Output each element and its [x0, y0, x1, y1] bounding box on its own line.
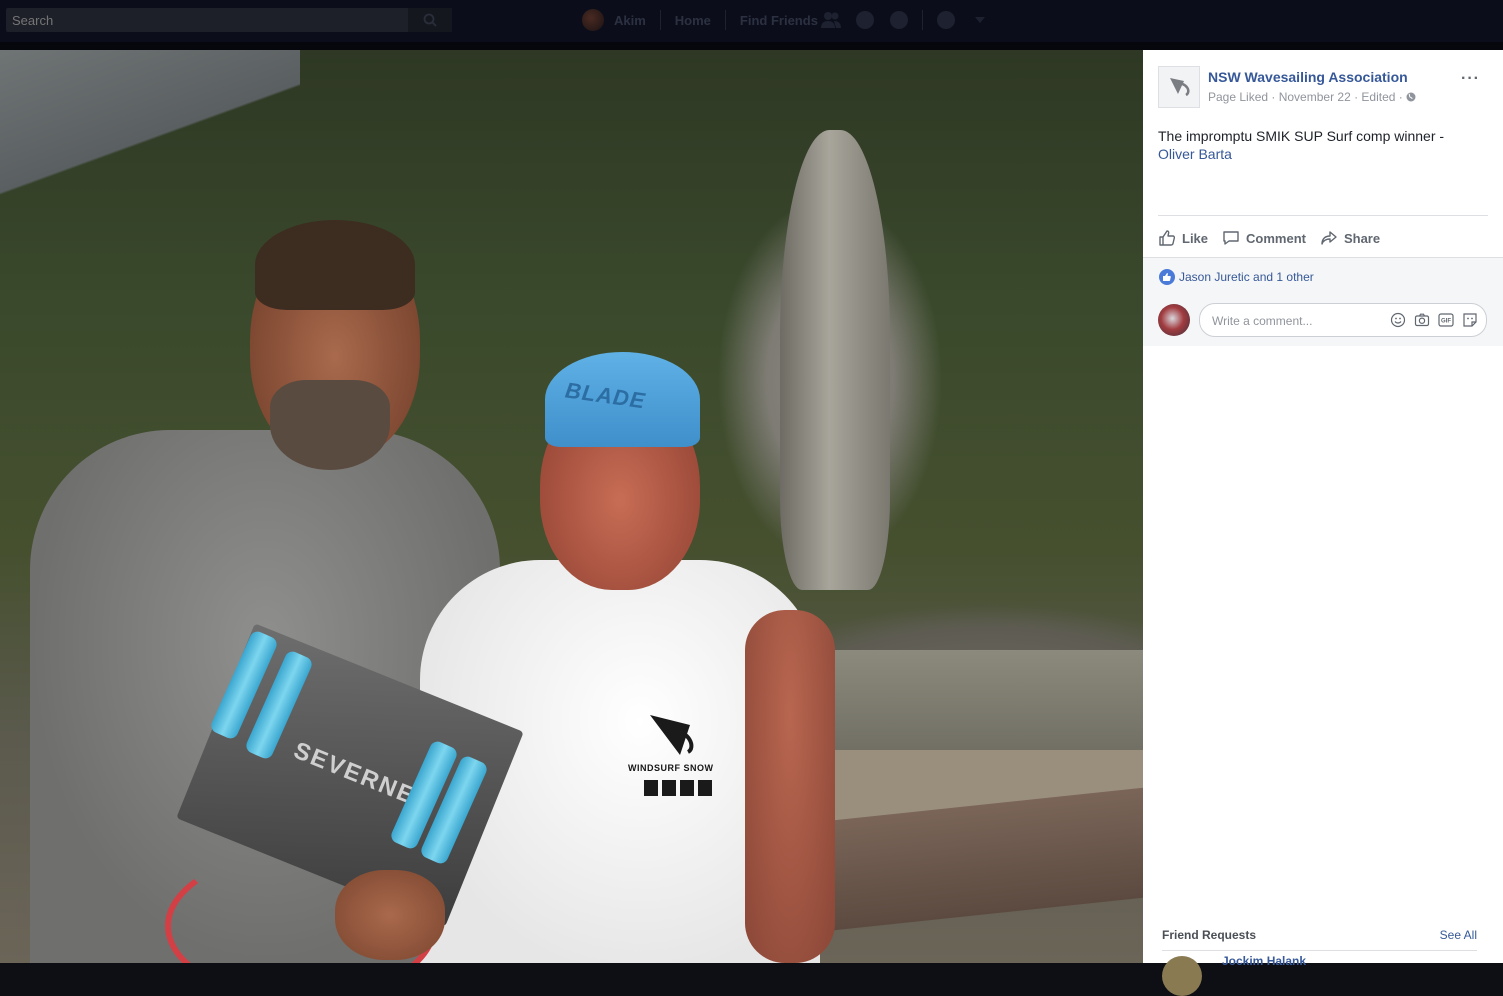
page-logo-icon: [1170, 78, 1190, 97]
friend-request-avatar[interactable]: [1162, 956, 1202, 996]
sticker-icon[interactable]: [1462, 312, 1478, 328]
tree-trunk: [780, 130, 890, 590]
hand: [335, 870, 445, 960]
search-button[interactable]: [408, 8, 452, 32]
post-photo[interactable]: BLADE WINDSURF SNOW SEVERNE: [0, 50, 1143, 963]
like-reaction-icon: [1159, 269, 1175, 285]
top-bar: Akim Home Find Friends: [0, 0, 1503, 50]
stone-wall: [800, 650, 1143, 760]
share-icon: [1321, 231, 1337, 245]
likes-text: Jason Juretic and 1 other: [1179, 270, 1314, 284]
profile-avatar[interactable]: [582, 9, 604, 31]
help-icon[interactable]: [935, 9, 957, 31]
divider: [922, 10, 923, 30]
see-all-link[interactable]: See All: [1440, 928, 1477, 942]
tshirt-logo-icon: [644, 715, 712, 796]
comment-button[interactable]: Comment: [1222, 229, 1306, 247]
mention-link[interactable]: Oliver Barta: [1158, 145, 1478, 163]
globe-icon: [1406, 92, 1416, 102]
share-button[interactable]: Share: [1320, 229, 1380, 247]
friend-request-name[interactable]: Jockim Halank: [1222, 954, 1306, 968]
search-bar: [6, 8, 452, 32]
likes-summary[interactable]: Jason Juretic and 1 other: [1159, 269, 1314, 285]
post-header: NSW Wavesailing Association Page Liked ·…: [1158, 66, 1488, 111]
reactions-section: Jason Juretic and 1 other GIF: [1143, 257, 1503, 346]
page-name-link[interactable]: NSW Wavesailing Association: [1208, 69, 1408, 85]
search-icon: [423, 13, 437, 27]
comment-input[interactable]: [1210, 304, 1384, 338]
search-input[interactable]: [6, 8, 412, 32]
emoji-icon[interactable]: [1390, 312, 1406, 328]
comment-box: GIF: [1199, 303, 1487, 338]
like-label: Like: [1182, 230, 1209, 246]
person-right-arm: [745, 610, 835, 963]
friend-requests-icon[interactable]: [820, 9, 842, 31]
person-left-beard: [270, 380, 390, 470]
divider: [724, 10, 726, 30]
shelter-roof: [0, 50, 300, 200]
home-link[interactable]: Home: [675, 13, 711, 28]
divider: [1162, 950, 1477, 951]
post-message: The impromptu SMIK SUP Surf comp winner …: [1158, 127, 1478, 163]
camera-icon[interactable]: [1414, 312, 1430, 328]
friend-requests-header: Friend Requests See All: [1162, 928, 1477, 942]
comment-tools: GIF: [1382, 312, 1478, 328]
svg-text:GIF: GIF: [1441, 319, 1451, 325]
post-text: The impromptu SMIK SUP Surf comp winner …: [1158, 128, 1445, 144]
comment-label: Comment: [1246, 230, 1306, 246]
thumbs-up-icon: [1159, 230, 1176, 246]
like-button[interactable]: Like: [1158, 229, 1208, 247]
divider: [659, 10, 661, 30]
friend-requests-title: Friend Requests: [1162, 928, 1257, 942]
post-actions: Like Comment Share: [1158, 228, 1488, 248]
top-nav: Akim Home Find Friends: [582, 8, 818, 32]
post-side-panel: NSW Wavesailing Association Page Liked ·…: [1143, 50, 1503, 996]
find-friends-link[interactable]: Find Friends: [740, 13, 818, 28]
post-meta-text: Page Liked · November 22 · Edited ·: [1208, 90, 1403, 104]
comment-icon: [1223, 231, 1239, 245]
user-avatar[interactable]: [1158, 304, 1190, 336]
post-meta: Page Liked · November 22 · Edited ·: [1208, 90, 1416, 104]
tshirt-text: WINDSURF SNOW: [628, 763, 714, 773]
notifications-icon[interactable]: [888, 9, 910, 31]
more-options-button[interactable]: ···: [1461, 70, 1480, 88]
top-icons: [820, 8, 1003, 32]
share-label: Share: [1343, 230, 1381, 246]
page-avatar[interactable]: [1158, 66, 1200, 108]
account-menu-icon[interactable]: [969, 9, 991, 31]
messages-icon[interactable]: [854, 9, 876, 31]
friend-request-item: Jockim Halank: [1162, 954, 1477, 996]
gif-icon[interactable]: GIF: [1438, 312, 1454, 328]
divider: [1158, 215, 1488, 216]
profile-link[interactable]: Akim: [614, 13, 646, 28]
person-left-hair: [255, 220, 415, 310]
